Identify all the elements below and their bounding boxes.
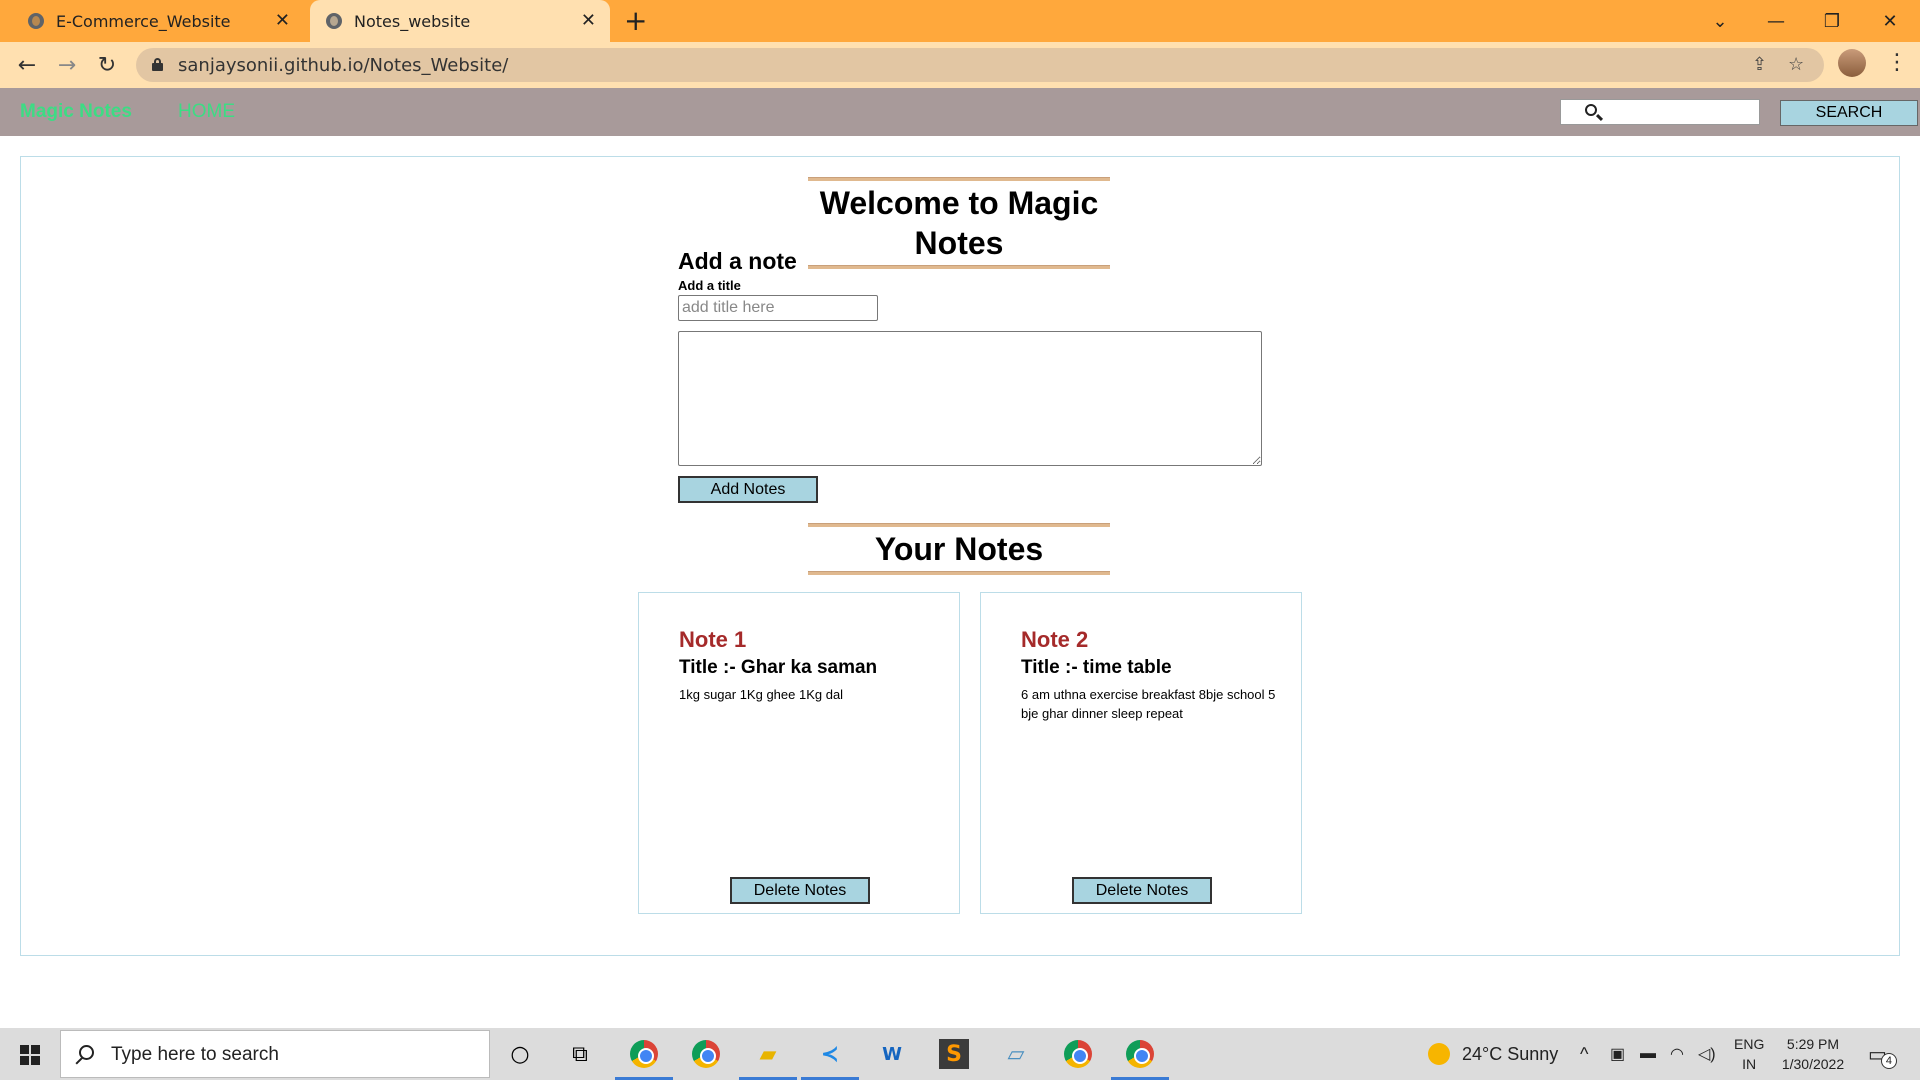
close-tab-icon[interactable]: ✕ bbox=[581, 11, 596, 31]
sun-icon bbox=[1428, 1043, 1450, 1065]
task-view-icon[interactable]: ⧉ bbox=[562, 1036, 598, 1072]
forward-icon[interactable]: → bbox=[52, 50, 82, 80]
title-label: Add a title bbox=[678, 278, 741, 293]
sublime-text-icon[interactable]: S bbox=[939, 1039, 969, 1069]
tab-notes-website[interactable]: Notes_website ✕ bbox=[310, 0, 610, 42]
address-bar[interactable]: sanjaysonii.github.io/Notes_Website/ ⇪ ☆ bbox=[136, 48, 1824, 82]
back-icon[interactable]: ← bbox=[12, 50, 42, 80]
lang-line-1: ENG bbox=[1734, 1036, 1765, 1052]
battery-icon[interactable]: ▬ bbox=[1640, 1028, 1656, 1080]
note-card: Note 2 Title :- time table 6 am uthna ex… bbox=[980, 592, 1302, 914]
tab-ecommerce[interactable]: E-Commerce_Website ✕ bbox=[12, 0, 304, 42]
language-indicator[interactable]: ENG IN bbox=[1734, 1028, 1764, 1080]
taskbar-search-box[interactable]: Type here to search bbox=[60, 1030, 490, 1078]
globe-icon bbox=[326, 13, 342, 29]
your-notes-heading: Your Notes bbox=[808, 523, 1110, 575]
search-icon bbox=[1585, 104, 1597, 116]
clock-date: 1/30/2022 bbox=[1781, 1056, 1845, 1072]
tab-title: Notes_website bbox=[354, 11, 471, 31]
delete-notes-button[interactable]: Delete Notes bbox=[1072, 877, 1212, 904]
new-tab-icon[interactable]: + bbox=[624, 6, 647, 36]
note-text: 1kg sugar 1Kg ghee 1Kg dal bbox=[679, 687, 844, 702]
wifi-icon[interactable]: ◠ bbox=[1670, 1028, 1684, 1080]
reload-icon[interactable]: ↻ bbox=[92, 50, 122, 80]
note-textarea[interactable] bbox=[678, 331, 1262, 466]
globe-icon bbox=[28, 13, 44, 29]
chrome-icon[interactable] bbox=[626, 1036, 662, 1072]
browser-toolbar: ← → ↻ sanjaysonii.github.io/Notes_Websit… bbox=[0, 42, 1920, 88]
weather-widget[interactable]: 24°C Sunny bbox=[1428, 1028, 1558, 1080]
search-button[interactable]: SEARCH bbox=[1780, 100, 1918, 126]
windows-start-icon[interactable] bbox=[20, 1045, 40, 1065]
notification-count: 4 bbox=[1880, 1053, 1897, 1069]
page-title: Welcome to Magic Notes bbox=[808, 177, 1110, 269]
chrome-icon[interactable] bbox=[688, 1036, 724, 1072]
weather-text: 24°C Sunny bbox=[1462, 1043, 1559, 1064]
windows-taskbar: Type here to search ○ ⧉ ▰ ≺ W S ▱ 24°C S… bbox=[0, 1028, 1920, 1080]
clock[interactable]: 5:29 PM 1/30/2022 bbox=[1776, 1028, 1850, 1080]
close-tab-icon[interactable]: ✕ bbox=[275, 11, 290, 31]
notifications-icon[interactable]: ▭ 4 bbox=[1868, 1028, 1897, 1080]
note-card: Note 1 Title :- Ghar ka saman 1kg sugar … bbox=[638, 592, 960, 914]
tab-title: E-Commerce_Website bbox=[56, 11, 231, 31]
search-input[interactable] bbox=[1611, 102, 1751, 122]
file-explorer-icon[interactable]: ▰ bbox=[750, 1036, 786, 1072]
notepad-icon[interactable]: ▱ bbox=[998, 1036, 1034, 1072]
note-number: Note 2 bbox=[1021, 627, 1089, 652]
search-icon bbox=[79, 1045, 94, 1060]
add-note-heading: Add a note bbox=[678, 248, 797, 274]
close-window-icon[interactable]: ✕ bbox=[1862, 0, 1918, 42]
bookmark-star-icon[interactable]: ☆ bbox=[1788, 54, 1804, 75]
url-text[interactable]: sanjaysonii.github.io/Notes_Website/ bbox=[178, 55, 508, 76]
delete-notes-button[interactable]: Delete Notes bbox=[730, 877, 870, 904]
home-link[interactable]: HOME bbox=[178, 101, 235, 123]
share-icon[interactable]: ⇪ bbox=[1752, 54, 1767, 75]
site-navbar: Magic Notes HOME SEARCH bbox=[0, 88, 1920, 136]
brand-link[interactable]: Magic Notes bbox=[20, 101, 132, 123]
chrome-icon[interactable] bbox=[1122, 1036, 1158, 1072]
note-title: Title :- Ghar ka saman bbox=[679, 657, 878, 678]
title-input[interactable] bbox=[678, 295, 878, 321]
show-hidden-icons[interactable]: ^ bbox=[1580, 1028, 1588, 1080]
note-text: 6 am uthna exercise breakfast 8bje schoo… bbox=[1021, 687, 1276, 721]
taskbar-search-placeholder: Type here to search bbox=[111, 1044, 279, 1065]
lock-icon[interactable] bbox=[152, 58, 163, 71]
browser-tab-bar: E-Commerce_Website ✕ Notes_website ✕ + ⌄… bbox=[0, 0, 1920, 42]
note-number: Note 1 bbox=[679, 627, 747, 652]
volume-icon[interactable]: ◁) bbox=[1698, 1028, 1716, 1080]
cortana-icon[interactable]: ○ bbox=[502, 1036, 538, 1072]
tab-search-icon[interactable]: ⌄ bbox=[1692, 0, 1748, 42]
minimize-icon[interactable]: — bbox=[1748, 0, 1804, 42]
restore-icon[interactable]: ❐ bbox=[1804, 0, 1860, 42]
note-title: Title :- time table bbox=[1021, 657, 1172, 678]
vscode-icon[interactable]: ≺ bbox=[812, 1036, 848, 1072]
add-notes-button[interactable]: Add Notes bbox=[678, 476, 818, 503]
more-menu-icon[interactable]: ⋮ bbox=[1886, 50, 1908, 75]
meet-now-icon[interactable]: ▣ bbox=[1610, 1028, 1625, 1080]
lang-line-2: IN bbox=[1742, 1056, 1757, 1072]
word-icon[interactable]: W bbox=[874, 1036, 910, 1072]
chrome-icon[interactable] bbox=[1060, 1036, 1096, 1072]
profile-avatar[interactable] bbox=[1838, 49, 1866, 77]
search-field[interactable] bbox=[1560, 99, 1760, 125]
clock-time: 5:29 PM bbox=[1786, 1036, 1840, 1052]
